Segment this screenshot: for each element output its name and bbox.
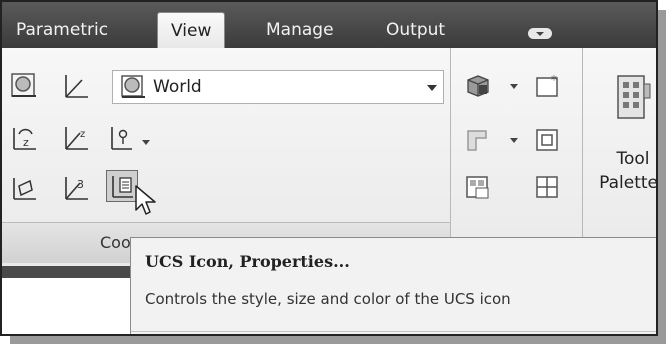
ucs-face-icon[interactable] bbox=[8, 172, 40, 204]
viewport-clip-icon[interactable] bbox=[462, 124, 494, 156]
tool-palettes-icon[interactable] bbox=[612, 72, 652, 122]
panel-divider bbox=[582, 48, 583, 254]
autocad-window: Parametric View Manage Output World z z bbox=[0, 0, 658, 336]
chevron-down-icon[interactable] bbox=[510, 138, 518, 143]
coordinates-panel-title: Coordinates bbox=[100, 233, 130, 252]
svg-text:z: z bbox=[80, 129, 85, 140]
tool-palettes-label-line1[interactable]: Tool bbox=[594, 148, 656, 170]
panel-divider bbox=[450, 48, 451, 254]
window-shadow bbox=[658, 10, 666, 344]
tooltip-description: Controls the style, size and color of th… bbox=[145, 290, 511, 308]
ucs-world-dropdown[interactable]: World bbox=[112, 70, 444, 104]
ucs-z-axis-icon[interactable]: z bbox=[60, 122, 92, 154]
viewport-join-icon[interactable] bbox=[532, 172, 564, 204]
ribbon-minimize-button[interactable] bbox=[528, 28, 552, 39]
chevron-down-icon[interactable] bbox=[142, 140, 150, 145]
ucs-origin-icon[interactable] bbox=[60, 70, 92, 102]
new-viewport-icon[interactable]: * bbox=[532, 70, 564, 102]
tool-palettes-label-line2[interactable]: Palettes bbox=[594, 172, 656, 194]
mouse-pointer-icon bbox=[135, 185, 156, 215]
view-cube-icon[interactable] bbox=[462, 70, 494, 102]
tooltip-divider bbox=[131, 331, 656, 332]
svg-text:*: * bbox=[551, 73, 557, 87]
tooltip-title: UCS Icon, Properties... bbox=[145, 252, 350, 271]
named-viewports-icon[interactable] bbox=[462, 172, 494, 204]
ribbon-tab-bar: Parametric View Manage Output bbox=[2, 2, 656, 48]
chevron-down-icon[interactable] bbox=[510, 84, 518, 89]
ucs-3point-icon[interactable]: 3 bbox=[60, 172, 92, 204]
tab-parametric[interactable]: Parametric bbox=[16, 16, 108, 44]
svg-text:3: 3 bbox=[77, 178, 84, 191]
window-shadow bbox=[10, 336, 666, 344]
ribbon-panel-area: World z z 3 Coordinates bbox=[2, 48, 656, 266]
chevron-down-icon[interactable] bbox=[427, 85, 437, 91]
svg-text:z: z bbox=[23, 136, 29, 149]
ucs-z-rotate-icon[interactable]: z bbox=[8, 122, 40, 154]
viewport-rectangle-icon[interactable] bbox=[532, 124, 564, 156]
ucs-world-value: World bbox=[153, 77, 202, 97]
tab-view[interactable]: View bbox=[157, 12, 226, 48]
tooltip: UCS Icon, Properties... Controls the sty… bbox=[130, 237, 656, 334]
ucs-view-icon[interactable] bbox=[8, 70, 40, 102]
tab-manage[interactable]: Manage bbox=[266, 16, 334, 44]
ucs-named-icon[interactable] bbox=[106, 122, 138, 154]
tab-output[interactable]: Output bbox=[386, 16, 445, 44]
